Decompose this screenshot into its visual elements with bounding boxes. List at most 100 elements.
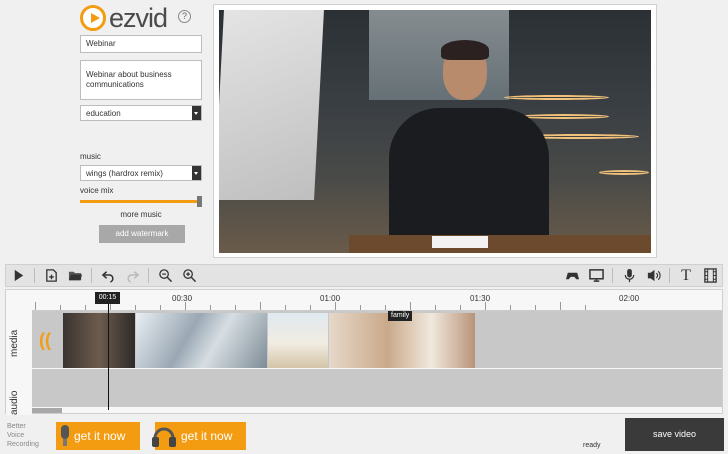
add-watermark-button[interactable]: add watermark (99, 225, 185, 243)
time-ruler[interactable]: 00:30 01:00 01:30 02:00 (32, 290, 722, 311)
ruler-tick (510, 305, 511, 310)
video-clip[interactable] (329, 313, 475, 368)
gamepad-icon[interactable] (560, 265, 584, 286)
music-select[interactable]: wings (hardrox remix) (80, 165, 202, 181)
video-clip[interactable] (136, 313, 267, 368)
timeline-toolbar: T (5, 264, 723, 287)
redo-icon[interactable] (120, 265, 144, 286)
logo-text: ezvid (109, 3, 168, 33)
ruler-tick (35, 302, 36, 310)
ruler-tick (560, 302, 561, 310)
ezvid-logo: ezvid (80, 3, 168, 33)
text-icon[interactable]: T (674, 265, 698, 286)
ruler-tick (460, 305, 461, 310)
ezvid-app: ezvid ? Webinar Webinar about business c… (0, 0, 728, 454)
title-input[interactable]: Webinar (80, 35, 202, 53)
ruler-tick (285, 305, 286, 310)
category-select[interactable]: education (80, 105, 202, 121)
microphone-icon[interactable] (617, 265, 641, 286)
ruler-tick (485, 302, 486, 310)
toolbar-divider (148, 268, 149, 283)
ruler-tick (535, 305, 536, 310)
better-voice-line: Recording (7, 441, 39, 448)
voice-mix-slider[interactable] (80, 196, 202, 207)
video-clip[interactable] (63, 313, 135, 368)
pendant-lamp (599, 170, 649, 175)
zoom-in-icon[interactable] (177, 265, 201, 286)
pendant-lamp (519, 114, 609, 119)
save-video-button[interactable]: save video (625, 418, 724, 451)
ruler-tick (85, 305, 86, 310)
more-music-link[interactable]: more music (80, 210, 202, 219)
ruler-tick (60, 305, 61, 310)
promo-headset-button[interactable]: get it now (152, 422, 246, 450)
music-label: music (80, 152, 101, 161)
ruler-tick (135, 305, 136, 310)
pendant-lamp (504, 95, 609, 100)
timeline-scrollbar[interactable] (32, 408, 62, 413)
promo-mic-button[interactable]: get it now (56, 422, 140, 450)
audio-track-label: audio (9, 390, 20, 415)
chevron-down-icon (192, 106, 201, 120)
ruler-tick (435, 305, 436, 310)
ruler-tick (585, 305, 586, 310)
toolbar-divider (612, 268, 613, 283)
screen-capture-icon[interactable] (584, 265, 608, 286)
ruler-tick (260, 302, 261, 310)
text-icon-glyph: T (681, 266, 691, 284)
promo-label: get it now (181, 429, 233, 443)
preview-frame (219, 10, 651, 253)
promo-label: get it now (74, 429, 126, 443)
video-clip[interactable] (268, 313, 328, 368)
film-icon[interactable] (698, 265, 722, 286)
media-track[interactable] (32, 311, 722, 368)
audio-track[interactable] (32, 369, 722, 407)
toolbar-divider (669, 268, 670, 283)
playhead-time: 00:15 (95, 292, 120, 304)
better-voice-line: Better (7, 423, 26, 430)
ruler-tick (410, 302, 411, 310)
ruler-tick (210, 305, 211, 310)
desk (349, 235, 651, 253)
tick-label: 01:30 (470, 294, 491, 303)
ruler-tick (360, 305, 361, 310)
timeline: 00:30 01:00 01:30 02:00 media audio (( 0… (5, 289, 723, 415)
toolbar-divider (34, 268, 35, 283)
voice-mix-slider-thumb[interactable] (197, 196, 202, 207)
undo-icon[interactable] (96, 265, 120, 286)
play-logo-icon (80, 5, 106, 31)
ruler-tick (385, 305, 386, 310)
open-folder-icon[interactable] (63, 265, 87, 286)
ruler-tick (160, 305, 161, 310)
microphone-icon (61, 425, 69, 446)
tick-label: 02:00 (619, 294, 640, 303)
video-preview (213, 4, 657, 258)
chevron-down-icon (192, 166, 201, 180)
clip-label: family (388, 311, 413, 321)
track-labels: media audio (6, 311, 32, 415)
playhead-line[interactable] (108, 294, 109, 410)
ruler-tick (185, 302, 186, 310)
presenter-body (389, 108, 549, 248)
tick-label: 01:00 (320, 294, 341, 303)
toolbar-divider (91, 268, 92, 283)
flipchart (219, 10, 324, 200)
play-icon[interactable] (6, 265, 30, 286)
tick-label: 00:30 (172, 294, 193, 303)
status-text: ready (583, 442, 601, 449)
audio-wave-icon: (( (39, 330, 51, 350)
add-media-icon[interactable] (39, 265, 63, 286)
ruler-tick (335, 302, 336, 310)
better-voice-line: Voice (7, 432, 25, 439)
media-track-label: media (9, 329, 20, 357)
zoom-out-icon[interactable] (153, 265, 177, 286)
notebook (432, 236, 488, 248)
headset-icon (152, 427, 176, 447)
description-input[interactable]: Webinar about business communications (80, 60, 202, 100)
speech-icon[interactable] (641, 265, 665, 286)
presenter-hair (441, 40, 489, 60)
ruler-tick (235, 305, 236, 310)
help-icon[interactable]: ? (178, 10, 191, 23)
better-voice-text: Better Voice Recording (7, 422, 39, 449)
music-select-value: wings (hardrox remix) (86, 169, 163, 178)
